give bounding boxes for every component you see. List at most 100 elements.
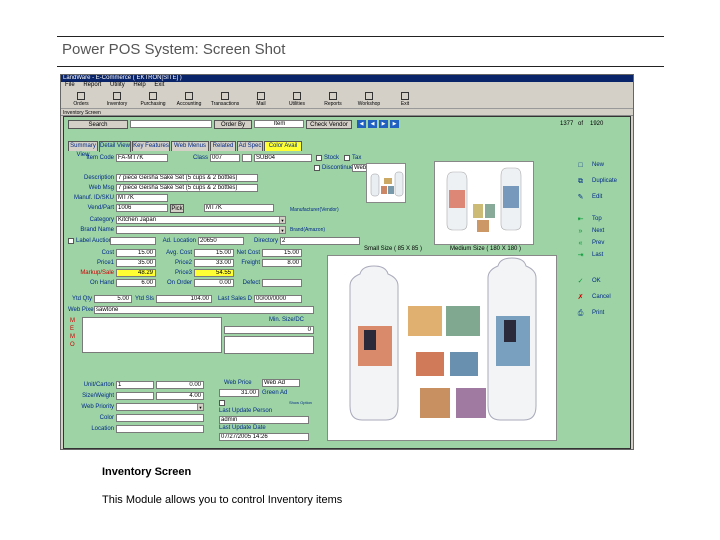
discontinue-checkbox[interactable] <box>314 165 320 171</box>
tab-summary-view[interactable]: Summary View <box>68 141 98 158</box>
last-sales-input[interactable]: 00/00/0000 <box>254 295 302 303</box>
check-vendor-button[interactable]: Check Vendor <box>306 120 352 129</box>
defect-input[interactable] <box>262 279 302 287</box>
tab-detail-view[interactable]: Detail View <box>99 141 131 152</box>
order-by-field[interactable]: Item <box>254 120 304 128</box>
first-record-icon[interactable]: ◀ <box>357 120 366 128</box>
class-lookup-button[interactable] <box>242 154 252 162</box>
menu-help[interactable]: Help <box>133 82 145 88</box>
toolbar-reports-button[interactable]: Reports <box>317 90 349 108</box>
label-auction-input[interactable] <box>110 237 156 245</box>
menu-utility[interactable]: Utility <box>110 82 125 88</box>
tab-color-avail[interactable]: Color Avail <box>264 141 302 151</box>
label-auction-checkbox[interactable] <box>68 238 74 244</box>
web-msg-input[interactable]: 7 piece Geisha Sake Set (5 cups & 2 bott… <box>116 184 258 192</box>
new-button[interactable]: □ New <box>572 159 630 172</box>
toolbar-mail-button[interactable]: Mail <box>245 90 277 108</box>
ok-button[interactable]: ✓ OK <box>572 275 630 288</box>
manuf-id-input[interactable]: MT7K <box>116 194 168 202</box>
size-weight-value[interactable]: 4.00 <box>156 392 204 400</box>
toolbar-accounting-button[interactable]: Accounting <box>173 90 205 108</box>
next-record-icon[interactable]: ▶ <box>379 120 388 128</box>
avg-cost-input[interactable]: 15.00 <box>194 249 234 257</box>
last-icon: ⇥ <box>577 252 584 259</box>
tab-related[interactable]: Related <box>210 141 236 151</box>
price3-input[interactable]: 54.55 <box>194 269 234 277</box>
on-order-input[interactable]: 0.00 <box>194 279 234 287</box>
last-record-icon[interactable]: ▶ <box>390 120 399 128</box>
toolbar-orders-button[interactable]: Orders <box>65 90 97 108</box>
net-cost-input[interactable]: 15.00 <box>262 249 302 257</box>
min-size-input[interactable]: 0 <box>224 326 314 334</box>
cost-input[interactable]: 15.00 <box>116 249 156 257</box>
description-input[interactable]: 7 piece Geisha Sake Set (5 cups & 2 bott… <box>116 174 258 182</box>
menu-file[interactable]: File <box>65 82 75 88</box>
title-rule-top <box>57 36 664 37</box>
tax-checkbox[interactable] <box>344 155 350 161</box>
toolbar-utilities-button[interactable]: Utilities <box>281 90 313 108</box>
freight-label: Freight <box>241 260 260 266</box>
last-update-date-input[interactable]: 07/27/2005 14:26 <box>219 433 309 441</box>
tab-ad-spec[interactable]: Ad Spec <box>237 141 263 151</box>
web-pixel-input[interactable]: sawtone <box>94 306 314 314</box>
toolbar-purchasing-button[interactable]: Purchasing <box>137 90 169 108</box>
menu-exit[interactable]: Exit <box>154 82 164 88</box>
cost-label: Cost <box>101 250 114 256</box>
vendor-pick-button[interactable]: Pick <box>170 204 184 213</box>
directory-input[interactable]: 2 <box>280 237 360 245</box>
memo-side-box[interactable] <box>224 336 314 354</box>
workshop-icon <box>365 92 373 100</box>
ad-location-input[interactable]: 20650 <box>198 237 244 245</box>
tab-key-features[interactable]: Key Features <box>132 141 170 151</box>
brand-hint: Brand(Amazon) <box>290 227 326 233</box>
duplicate-button[interactable]: ⧉ Duplicate <box>572 175 630 188</box>
caption-title: Inventory Screen <box>102 466 192 478</box>
vendor-input[interactable]: 1006 <box>116 204 168 212</box>
print-button[interactable]: ⎙ Print <box>572 307 630 320</box>
markup-input[interactable]: 48.29 <box>116 269 156 277</box>
part-input[interactable]: MT7K <box>204 204 274 212</box>
class-input[interactable]: 007 <box>210 154 240 162</box>
price1-input[interactable]: 35.00 <box>116 259 156 267</box>
duplicate-icon: ⧉ <box>578 178 583 185</box>
brand-name-select[interactable]: ▼ <box>116 226 286 234</box>
size-weight-input[interactable] <box>116 392 154 400</box>
toolbar-workshop-button[interactable]: Workshop <box>353 90 385 108</box>
edit-button[interactable]: ✎ Edit <box>572 191 630 204</box>
cancel-button[interactable]: ✗ Cancel <box>572 291 630 304</box>
price2-input[interactable]: 33.00 <box>194 259 234 267</box>
last-button[interactable]: ⇥ Last <box>572 249 630 262</box>
last-update-person-input[interactable]: admin <box>219 416 309 424</box>
tab-web-menus[interactable]: Web Menus <box>171 141 209 151</box>
search-input[interactable] <box>130 120 212 128</box>
on-hand-input[interactable]: 6.00 <box>116 279 156 287</box>
web-priority-select[interactable]: ▼ <box>116 403 204 411</box>
manufacturer-hint: Manufacturer(Vendor) <box>290 207 339 213</box>
web-priority-label: Web Priority <box>81 404 114 410</box>
sub-class-input[interactable]: SUB04 <box>254 154 312 162</box>
web-price-input[interactable]: 31.00 <box>219 389 259 397</box>
item-code-input[interactable]: FA-MT7K <box>116 154 168 162</box>
prev-record-icon[interactable]: ◀ <box>368 120 377 128</box>
min-size-label: Min. Size/DC <box>268 317 304 323</box>
show-option-checkbox[interactable] <box>219 400 225 406</box>
green-ad-label: Green Ad <box>262 390 288 396</box>
search-button[interactable]: Search <box>68 120 128 129</box>
location-input[interactable] <box>116 425 204 433</box>
ytd-qty-input[interactable]: 5.00 <box>94 295 132 303</box>
freight-input[interactable]: 8.00 <box>262 259 302 267</box>
order-by-button[interactable]: Order By <box>214 120 252 129</box>
ad-location-label: Ad. Location <box>162 238 196 244</box>
web-price-label: Web Price <box>224 380 252 386</box>
toolbar-transactions-button[interactable]: Transactions <box>209 90 241 108</box>
stock-checkbox[interactable] <box>316 155 322 161</box>
toolbar-inventory-button[interactable]: Inventory <box>101 90 133 108</box>
memo-textarea[interactable] <box>82 317 222 353</box>
category-select[interactable]: Kitchen Japan ▼ <box>116 216 286 224</box>
menu-report[interactable]: Report <box>83 82 101 88</box>
unit-carton-input[interactable]: 1 <box>116 381 154 389</box>
unit-carton-value[interactable]: 0.00 <box>156 381 204 389</box>
color-input[interactable] <box>116 414 204 422</box>
ytd-sls-input[interactable]: 104.00 <box>156 295 212 303</box>
toolbar-exit-button[interactable]: Exit <box>389 90 421 108</box>
